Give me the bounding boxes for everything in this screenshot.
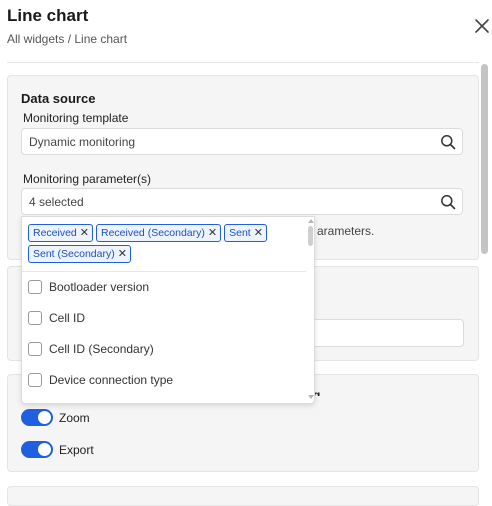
search-icon[interactable] <box>440 134 456 150</box>
option-label: Cell ID <box>49 311 86 325</box>
monitoring-parameters-value: 4 selected <box>29 195 84 209</box>
dropdown-scroll-thumb[interactable] <box>308 226 313 246</box>
option-checkbox[interactable] <box>28 311 42 325</box>
monitoring-template-input[interactable]: Dynamic monitoring <box>21 128 463 155</box>
breadcrumb: All widgets / Line chart <box>7 32 128 46</box>
page-title: Line chart <box>7 6 89 25</box>
chip-received[interactable]: Received ✕ <box>28 224 93 242</box>
monitoring-template-label: Monitoring template <box>23 111 129 125</box>
chip-remove-icon[interactable]: ✕ <box>254 227 263 239</box>
zoom-label: Zoom <box>59 411 90 425</box>
option-label: Cell ID (Secondary) <box>49 342 154 356</box>
chip-label: Received (Secondary) <box>101 227 205 239</box>
monitoring-parameters-label: Monitoring parameter(s) <box>23 172 152 186</box>
option-checkbox[interactable] <box>28 280 42 294</box>
chip-received-secondary[interactable]: Received (Secondary) ✕ <box>96 224 222 242</box>
option-bootloader-version[interactable]: Bootloader version <box>22 272 306 302</box>
close-icon <box>475 19 489 33</box>
option-device-connection-type[interactable]: Device connection type <box>22 365 306 395</box>
option-checkbox[interactable] <box>28 373 42 387</box>
monitoring-parameters-input[interactable]: 4 selected <box>21 188 463 215</box>
selected-chips-area: Received ✕ Received (Secondary) ✕ Sent ✕ Se… <box>22 217 306 271</box>
section-title-data-source: Data source <box>21 91 96 106</box>
monitoring-template-value: Dynamic monitoring <box>29 135 136 149</box>
chip-label: Sent (Secondary) <box>33 248 115 260</box>
close-button[interactable] <box>471 15 492 37</box>
dropdown-scrollbar[interactable] <box>306 217 314 403</box>
background-input[interactable] <box>300 319 464 347</box>
option-label: Bootloader version <box>49 280 150 294</box>
next-card <box>7 486 479 506</box>
option-checkbox[interactable] <box>28 342 42 356</box>
parameters-hint: arameters. <box>317 224 375 238</box>
chip-label: Received <box>33 227 77 239</box>
chip-label: Sent <box>229 227 251 239</box>
export-label: Export <box>59 443 94 457</box>
option-cell-id-secondary[interactable]: Cell ID (Secondary) <box>22 334 306 364</box>
chip-sent[interactable]: Sent ✕ <box>224 224 267 242</box>
chip-remove-icon[interactable]: ✕ <box>208 227 217 239</box>
search-icon[interactable] <box>440 194 456 210</box>
chip-remove-icon[interactable]: ✕ <box>118 248 127 260</box>
parameters-dropdown: Received ✕ Received (Secondary) ✕ Sent ✕ Se… <box>21 216 315 404</box>
option-cell-id[interactable]: Cell ID <box>22 303 306 333</box>
option-label: Device connection type <box>49 373 174 387</box>
header-divider <box>7 62 479 63</box>
chip-remove-icon[interactable]: ✕ <box>80 227 89 239</box>
zoom-toggle[interactable] <box>21 409 53 426</box>
scroll-up-arrow-icon[interactable] <box>308 219 314 223</box>
selected-chips: Received ✕ Received (Secondary) ✕ Sent ✕ Se… <box>28 224 298 263</box>
toggle-knob <box>38 411 51 424</box>
chip-sent-secondary[interactable]: Sent (Secondary) ✕ <box>28 245 131 263</box>
scroll-down-arrow-icon[interactable] <box>308 395 314 399</box>
export-toggle[interactable] <box>21 441 53 458</box>
page-scrollbar-thumb[interactable] <box>481 64 488 254</box>
toggle-knob <box>38 443 51 456</box>
